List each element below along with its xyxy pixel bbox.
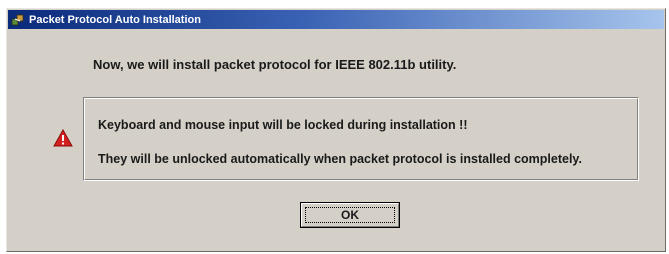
window-title: Packet Protocol Auto Installation xyxy=(29,13,201,26)
groupbox-bevel xyxy=(84,98,638,180)
intro-text: Now, we will install packet protocol for… xyxy=(93,57,457,72)
title-bar[interactable]: Packet Protocol Auto Installation xyxy=(8,10,664,29)
ok-button-label: OK xyxy=(341,208,359,222)
app-icon xyxy=(11,13,25,27)
installation-dialog: Packet Protocol Auto Installation Now, w… xyxy=(6,8,666,252)
unlock-info-message: They will be unlocked automatically when… xyxy=(98,152,582,166)
ok-button[interactable]: OK xyxy=(300,202,400,228)
warning-icon xyxy=(53,128,73,147)
lock-warning-message: Keyboard and mouse input will be locked … xyxy=(98,118,468,132)
message-groupbox: Keyboard and mouse input will be locked … xyxy=(83,97,639,181)
